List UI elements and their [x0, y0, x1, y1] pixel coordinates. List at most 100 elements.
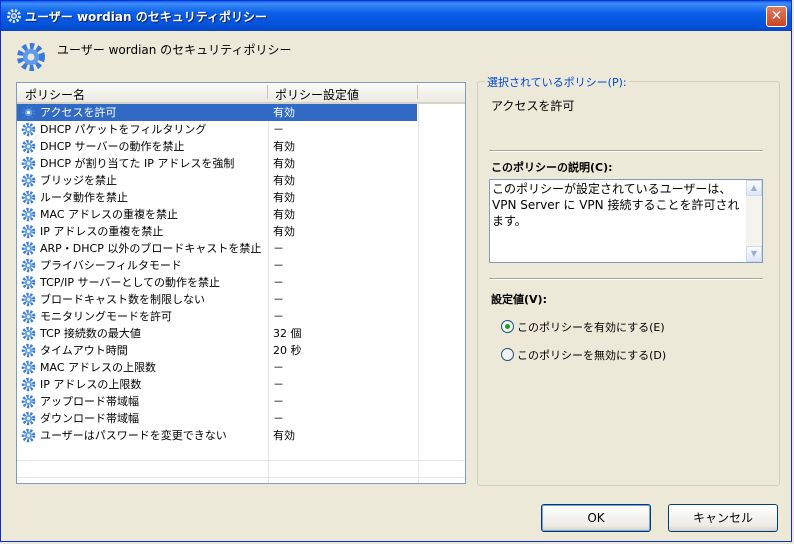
table-row[interactable]: TCP/IP サーバーとしての動作を禁止 － [17, 274, 417, 291]
scroll-up-icon[interactable]: ▲ [746, 180, 762, 196]
grid-line [17, 460, 465, 461]
policy-value-cell: 32 個 [273, 327, 302, 340]
policy-value-cell: 有効 [273, 225, 295, 238]
policy-name-cell: アップロード帯域幅 [40, 395, 139, 408]
gear-icon [21, 360, 36, 375]
policy-name-cell: ブリッジを禁止 [40, 174, 117, 187]
radio-unchecked-icon[interactable] [501, 348, 514, 361]
policy-name-cell: IP アドレスの重複を禁止 [40, 225, 164, 238]
column-separator[interactable] [267, 85, 268, 99]
table-row[interactable]: MAC アドレスの上限数 － [17, 359, 417, 376]
policy-name-cell: ARP・DHCP 以外のブロードキャストを禁止 [40, 242, 262, 255]
gear-icon [21, 343, 36, 358]
disable-policy-radio[interactable]: このポリシーを無効にする(D) [501, 347, 666, 363]
policy-value-cell: － [273, 242, 284, 255]
description-scrollbar[interactable]: ▲ ▼ [746, 180, 762, 262]
gear-icon [21, 122, 36, 137]
header-text: ユーザー wordian のセキュリティポリシー [57, 43, 292, 57]
gear-icon [21, 156, 36, 171]
policy-value-cell: 有効 [273, 208, 295, 221]
policy-name-cell: モニタリングモードを許可 [40, 310, 172, 323]
table-row[interactable]: DHCP パケットをフィルタリング － [17, 121, 417, 138]
enable-policy-radio[interactable]: このポリシーを有効にする(E) [501, 319, 665, 335]
table-row[interactable]: アクセスを許可 有効 [17, 104, 417, 121]
table-row[interactable]: IP アドレスの重複を禁止 有効 [17, 223, 417, 240]
policy-value-cell: 有効 [273, 106, 295, 119]
policy-value-cell: 20 秒 [273, 344, 302, 357]
policy-value-cell: 有効 [273, 174, 295, 187]
close-button[interactable]: ✕ [766, 6, 787, 27]
gear-icon [21, 105, 36, 120]
policy-name-cell: TCP/IP サーバーとしての動作を禁止 [40, 276, 221, 289]
table-row[interactable]: タイムアウト時間 20 秒 [17, 342, 417, 359]
scroll-down-icon[interactable]: ▼ [746, 246, 762, 262]
ok-button[interactable]: OK [541, 504, 651, 532]
selected-policy-label: 選択されているポリシー(P): [485, 74, 629, 90]
policy-value-cell: － [273, 310, 284, 323]
policy-value-cell: 有効 [273, 429, 295, 442]
policy-name-cell: アクセスを許可 [40, 106, 117, 119]
gear-icon [21, 190, 36, 205]
gear-icon [21, 428, 36, 443]
column-header-policy-name[interactable]: ポリシー名 [25, 86, 85, 103]
column-separator[interactable] [417, 85, 418, 99]
gear-icon [21, 275, 36, 290]
gear-icon [21, 411, 36, 426]
policy-value-cell: － [273, 293, 284, 306]
table-row[interactable]: DHCP が割り当てた IP アドレスを強制 有効 [17, 155, 417, 172]
table-row[interactable]: ブロードキャスト数を制限しない － [17, 291, 417, 308]
policy-name-cell: ブロードキャスト数を制限しない [40, 293, 205, 306]
policy-list[interactable]: ポリシー名 ポリシー設定値 アクセスを許可 有効 DHCP パケットをフィルタリング… [16, 82, 466, 484]
enable-policy-label[interactable]: このポリシーを有効にする(E) [517, 321, 665, 334]
policy-name-cell: タイムアウト時間 [40, 344, 128, 357]
policy-value-cell: － [273, 395, 284, 408]
table-row[interactable]: アップロード帯域幅 － [17, 393, 417, 410]
policy-value-cell: － [273, 378, 284, 391]
gear-icon [21, 377, 36, 392]
title-bar[interactable]: ユーザー wordian のセキュリティポリシー ✕ [1, 1, 791, 31]
gear-icon [21, 207, 36, 222]
table-row[interactable]: モニタリングモードを許可 － [17, 308, 417, 325]
table-row[interactable]: ルータ動作を禁止 有効 [17, 189, 417, 206]
table-row[interactable]: TCP 接続数の最大値 32 個 [17, 325, 417, 342]
table-row[interactable]: IP アドレスの上限数 － [17, 376, 417, 393]
gear-icon [21, 258, 36, 273]
disable-policy-label[interactable]: このポリシーを無効にする(D) [517, 349, 666, 362]
divider [489, 278, 763, 280]
table-row[interactable]: プライバシーフィルタモード － [17, 257, 417, 274]
radio-checked-icon[interactable] [501, 320, 514, 333]
table-row[interactable]: ダウンロード帯域幅 － [17, 410, 417, 427]
policy-name-cell: ダウンロード帯域幅 [40, 412, 139, 425]
policy-value-cell: － [273, 123, 284, 136]
list-header: ポリシー名 ポリシー設定値 [17, 83, 465, 104]
policy-name-cell: IP アドレスの上限数 [40, 378, 142, 391]
policy-value-cell: － [273, 276, 284, 289]
policy-value-cell: － [273, 259, 284, 272]
gear-icon [7, 9, 21, 23]
table-row[interactable]: ブリッジを禁止 有効 [17, 172, 417, 189]
gear-icon [21, 241, 36, 256]
column-header-policy-value[interactable]: ポリシー設定値 [275, 86, 359, 103]
cancel-button[interactable]: キャンセル [668, 504, 778, 532]
gear-icon [21, 326, 36, 341]
description-textbox[interactable]: このポリシーが設定されているユーザーは、VPN Server に VPN 接続す… [489, 179, 763, 263]
policy-name-cell: プライバシーフィルタモード [40, 259, 182, 272]
table-row[interactable]: MAC アドレスの重複を禁止 有効 [17, 206, 417, 223]
table-row[interactable]: DHCP サーバーの動作を禁止 有効 [17, 138, 417, 155]
policy-name-cell: ルータ動作を禁止 [40, 191, 128, 204]
policy-value-cell: 有効 [273, 191, 295, 204]
grid-line [17, 477, 465, 478]
policy-name-cell: TCP 接続数の最大値 [40, 327, 141, 340]
table-row[interactable]: ARP・DHCP 以外のブロードキャストを禁止 － [17, 240, 417, 257]
divider [489, 150, 763, 152]
selected-policy-group [477, 81, 780, 486]
gear-icon [21, 173, 36, 188]
gear-icon [17, 43, 45, 71]
window-title: ユーザー wordian のセキュリティポリシー [25, 10, 267, 24]
grid-line [418, 104, 419, 483]
policy-name-cell: MAC アドレスの重複を禁止 [40, 208, 178, 221]
policy-value-cell: － [273, 412, 284, 425]
policy-name-cell: DHCP が割り当てた IP アドレスを強制 [40, 157, 235, 170]
policy-name-cell: DHCP サーバーの動作を禁止 [40, 140, 185, 153]
table-row[interactable]: ユーザーはパスワードを変更できない 有効 [17, 427, 417, 444]
